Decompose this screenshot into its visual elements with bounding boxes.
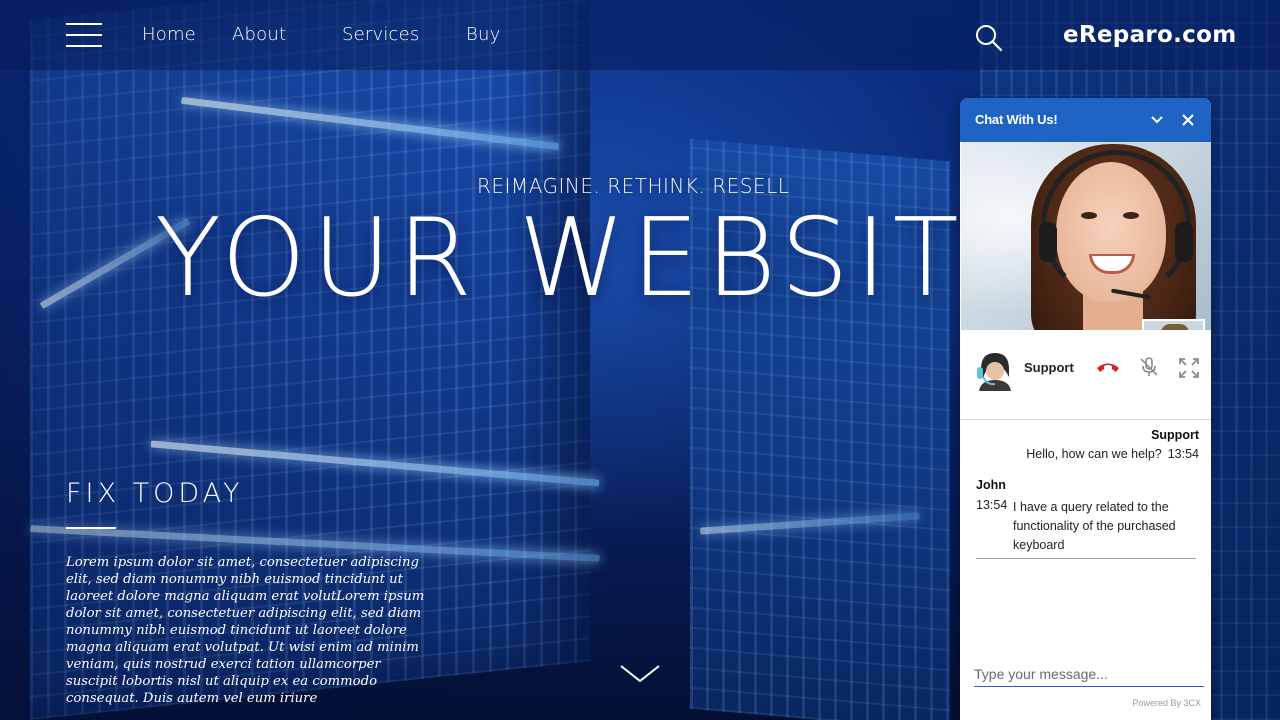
chat-title: Chat With Us! [975, 112, 1058, 127]
powered-by-label[interactable]: Powered By 3CX [1132, 698, 1201, 708]
menu-icon[interactable] [66, 23, 102, 47]
brand-logo[interactable]: eReparo.com [1063, 22, 1236, 48]
agent-name: Support [1024, 360, 1074, 375]
avatar [971, 347, 1017, 393]
scroll-down-chevron-icon[interactable] [619, 662, 661, 684]
message-time: 13:54 [1167, 447, 1199, 461]
chat-message-input[interactable] [974, 661, 1204, 687]
section-title: FIX TODAY [66, 478, 244, 509]
nav-link-home[interactable]: Home [142, 24, 196, 45]
agent-video-feed [961, 142, 1211, 330]
chevron-down-icon[interactable] [1149, 112, 1165, 128]
phone-hangup-icon[interactable] [1095, 355, 1121, 379]
top-navigation: Home About Services Buy eReparo.com [0, 0, 1280, 70]
chat-message-support: Hello, how can we help? 13:54 [976, 447, 1199, 461]
fullscreen-icon[interactable] [1178, 357, 1200, 379]
message-sender: John [976, 478, 1006, 492]
section-title-underline [66, 527, 116, 529]
nav-link-services[interactable]: Services [342, 24, 420, 45]
nav-link-about[interactable]: About [232, 24, 286, 45]
self-video-thumbnail[interactable] [1142, 319, 1205, 330]
hero-body-text: Lorem ipsum dolor sit amet, consectetuer… [66, 555, 425, 706]
chat-header: Chat With Us! [960, 98, 1211, 142]
close-icon[interactable] [1180, 112, 1196, 128]
message-time: 13:54 [976, 498, 1008, 512]
message-sender: Support [1151, 428, 1199, 442]
mic-off-icon[interactable] [1138, 356, 1160, 378]
chat-widget: Chat With Us! Support Support Hello, how… [960, 98, 1211, 720]
chat-message-user: I have a query related to the functional… [1013, 500, 1176, 552]
agent-info-row: Support [960, 330, 1211, 418]
nav-link-buy[interactable]: Buy [466, 24, 500, 45]
message-divider [976, 558, 1196, 559]
message-text: Hello, how can we help? [1026, 447, 1162, 461]
hero-tagline: REIMAGINE. RETHINK. RESELL [477, 174, 790, 198]
chat-divider [960, 419, 1211, 420]
hero-headline: YOUR WEBSITE [155, 196, 1039, 321]
search-icon[interactable] [975, 24, 1003, 52]
